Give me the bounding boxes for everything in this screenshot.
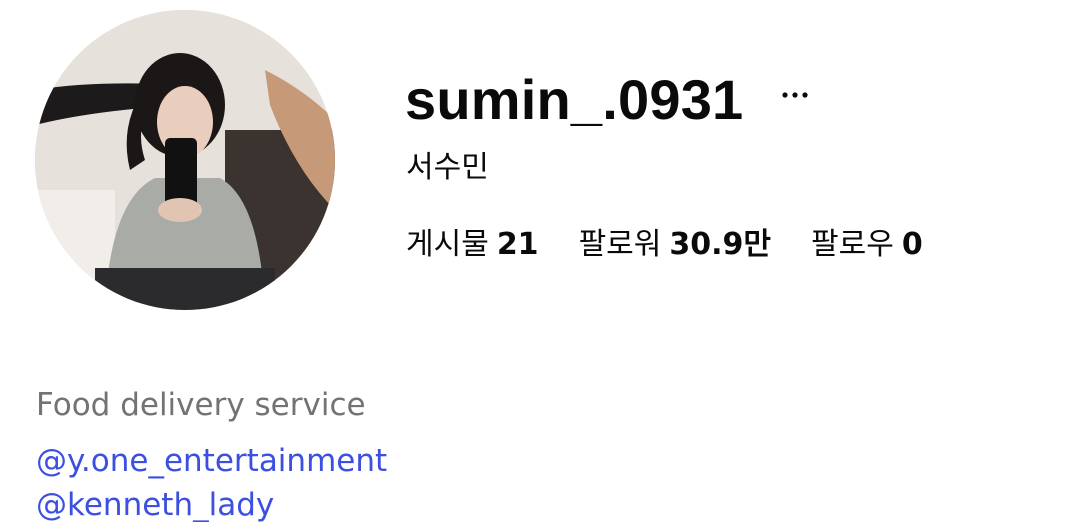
profile-page: sumin_.0931 서수민 게시물 21 팔로워 30.9만 팔로우 0 Food… bbox=[0, 0, 1070, 522]
posts-count[interactable]: 게시물 21 bbox=[406, 224, 539, 266]
following-label: 팔로우 bbox=[811, 227, 894, 262]
profile-full-name: 서수민 bbox=[406, 150, 489, 185]
following-count[interactable]: 팔로우 0 bbox=[811, 224, 923, 266]
avatar-photo bbox=[35, 10, 335, 310]
followers-label: 팔로워 bbox=[578, 227, 662, 262]
following-value: 0 bbox=[901, 227, 923, 262]
posts-value: 21 bbox=[496, 227, 539, 262]
more-options-button[interactable] bbox=[778, 78, 812, 112]
bio-mention-link[interactable]: @y.one_entertainment bbox=[36, 440, 387, 482]
bio-mention-link[interactable]: @kenneth_lady bbox=[36, 484, 274, 522]
more-horizontal-icon bbox=[782, 92, 808, 98]
posts-label: 게시물 bbox=[406, 227, 489, 262]
profile-stats: 게시물 21 팔로워 30.9만 팔로우 0 bbox=[406, 224, 923, 266]
profile-avatar[interactable] bbox=[35, 10, 335, 310]
bio-category: Food delivery service bbox=[36, 387, 366, 423]
profile-username: sumin_.0931 bbox=[405, 68, 744, 131]
followers-count[interactable]: 팔로워 30.9만 bbox=[579, 224, 771, 266]
followers-value: 30.9만 bbox=[669, 227, 771, 262]
